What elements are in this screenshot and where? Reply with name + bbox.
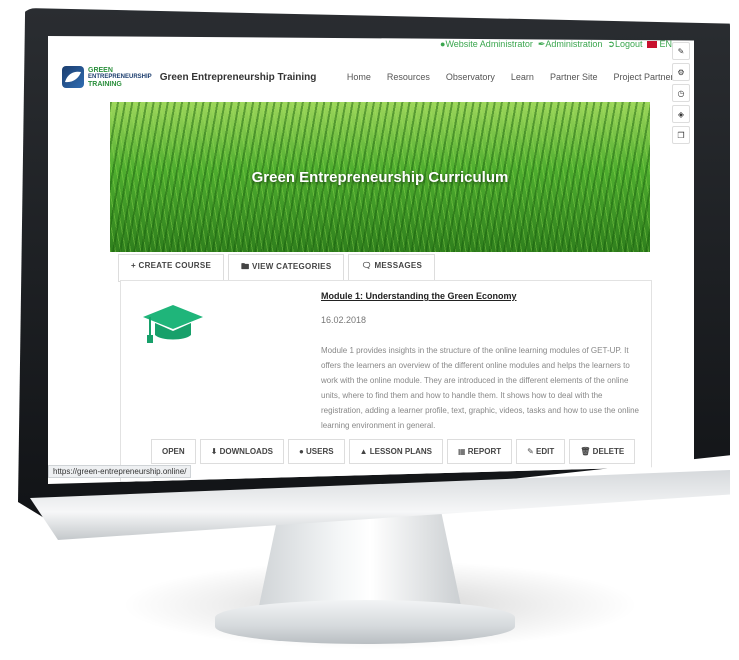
- language-selector[interactable]: EN: [647, 39, 672, 49]
- administration-link[interactable]: ✒Administration: [538, 39, 603, 50]
- logo-text: GREEN ENTREPRENEURSHIP TRAINING: [88, 66, 152, 88]
- browser-screen: ●Website Administrator ✒Administration ➲…: [48, 36, 694, 484]
- course-toolbar: + CREATE COURSE 🖿 VIEW CATEGORIES 🗨 MESS…: [118, 254, 436, 282]
- messages-button[interactable]: 🗨 MESSAGES: [348, 254, 436, 282]
- main-nav: Home Resources Observatory Learn Partner…: [347, 72, 678, 82]
- view-categories-button[interactable]: 🖿 VIEW CATEGORIES: [228, 254, 345, 282]
- report-button[interactable]: ▦ REPORT: [446, 439, 513, 464]
- site-header: GREEN ENTREPRENEURSHIP TRAINING Green En…: [48, 54, 678, 100]
- hero-banner: Green Entrepreneurship Curriculum: [110, 102, 650, 252]
- gear-icon[interactable]: ⚙: [672, 63, 690, 81]
- flag-icon: [647, 41, 658, 49]
- book-icon: ▦: [457, 447, 466, 456]
- create-course-button[interactable]: + CREATE COURSE: [118, 254, 225, 282]
- course-actions: OPEN ⬇ DOWNLOADS ● USERS ▲ LESSON PLANS …: [151, 439, 636, 464]
- cap-small-icon: ▲: [359, 447, 368, 456]
- paint-icon[interactable]: ◈: [672, 105, 690, 123]
- delete-button[interactable]: 🗑 DELETE: [569, 439, 636, 464]
- nav-partner-site[interactable]: Partner Site: [550, 72, 598, 82]
- pencil-icon[interactable]: ✎: [672, 42, 690, 60]
- course-card: Module 1: Understanding the Green Econom…: [120, 280, 652, 482]
- nav-resources[interactable]: Resources: [387, 72, 430, 82]
- browser-status-url: https://green-entrepreneurship.online/: [48, 465, 192, 478]
- edit-button[interactable]: ✎ EDIT: [516, 439, 566, 464]
- lesson-plans-button[interactable]: ▲ LESSON PLANS: [348, 439, 443, 464]
- brand-title[interactable]: Green Entrepreneurship Training: [160, 72, 317, 83]
- folder-icon: 🖿: [241, 262, 250, 271]
- download-icon: ⬇: [210, 447, 218, 456]
- nav-observatory[interactable]: Observatory: [446, 72, 495, 82]
- site-logo[interactable]: [62, 66, 84, 88]
- nav-project-partners[interactable]: Project Partners: [613, 72, 678, 82]
- nav-home[interactable]: Home: [347, 72, 371, 82]
- graduation-cap-icon: [143, 305, 203, 343]
- users-icon: ●: [298, 447, 304, 456]
- trash-icon: 🗑: [580, 447, 591, 456]
- monitor-stand-base: [215, 600, 515, 644]
- users-button[interactable]: ● USERS: [287, 439, 345, 464]
- course-description: Module 1 provides insights in the struct…: [321, 346, 639, 430]
- copy-icon[interactable]: ❐: [672, 126, 690, 144]
- clock-icon[interactable]: ◷: [672, 84, 690, 102]
- website-admin-link[interactable]: ●Website Administrator: [440, 39, 533, 49]
- pencil-small-icon: ✎: [527, 447, 534, 456]
- downloads-button[interactable]: ⬇ DOWNLOADS: [199, 439, 284, 464]
- open-button[interactable]: OPEN: [151, 439, 196, 464]
- hero-title: Green Entrepreneurship Curriculum: [251, 168, 509, 186]
- side-toolbar: ✎ ⚙ ◷ ◈ ❐: [672, 42, 690, 144]
- leaf-logo-icon: [65, 71, 81, 83]
- logout-icon: ➲: [607, 38, 615, 49]
- course-title[interactable]: Module 1: Understanding the Green Econom…: [321, 291, 517, 301]
- course-date: 16.02.2018: [321, 315, 367, 325]
- chat-icon: 🗨: [361, 261, 372, 270]
- nav-learn[interactable]: Learn: [511, 72, 534, 82]
- logout-link[interactable]: ➲Logout: [607, 39, 642, 50]
